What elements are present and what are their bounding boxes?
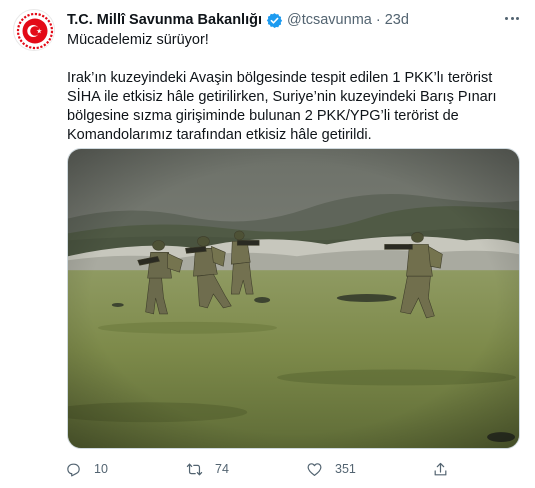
tweet-header: T.C. Millî Savunma Bakanlığı @tcsavunma … — [67, 10, 409, 30]
tweet-body: Irak’ın kuzeyindeki Avaşin bölgesinde te… — [67, 70, 497, 143]
share-button[interactable] — [432, 458, 449, 480]
retweet-icon — [186, 461, 203, 478]
heart-icon — [306, 461, 323, 478]
ministry-emblem — [16, 12, 54, 50]
tweet-text: Mücadelemiz sürüyor! Irak’ın kuzeyindeki… — [67, 31, 527, 145]
author-handle[interactable]: @tcsavunma — [287, 12, 372, 28]
tweet-photo[interactable] — [67, 148, 520, 449]
verified-badge-icon — [266, 12, 283, 29]
tweet-headline: Mücadelemiz sürüyor! — [67, 32, 209, 48]
separator-dot: · — [375, 12, 381, 28]
more-options-icon[interactable] — [500, 10, 524, 26]
tweet-actions: 10 74 351 — [60, 458, 460, 480]
avatar[interactable] — [13, 9, 55, 51]
author-name[interactable]: T.C. Millî Savunma Bakanlığı — [67, 12, 262, 28]
retweet-count: 74 — [215, 462, 229, 476]
tweet-card: T.C. Millî Savunma Bakanlığı @tcsavunma … — [0, 0, 535, 488]
soldiers-photo — [68, 149, 519, 448]
reply-button[interactable]: 10 — [65, 458, 108, 480]
share-icon — [432, 461, 449, 478]
tweet-timestamp[interactable]: 23d — [385, 12, 409, 28]
reply-icon — [65, 461, 82, 478]
like-button[interactable]: 351 — [306, 458, 356, 480]
like-count: 351 — [335, 462, 356, 476]
retweet-button[interactable]: 74 — [186, 458, 229, 480]
reply-count: 10 — [94, 462, 108, 476]
